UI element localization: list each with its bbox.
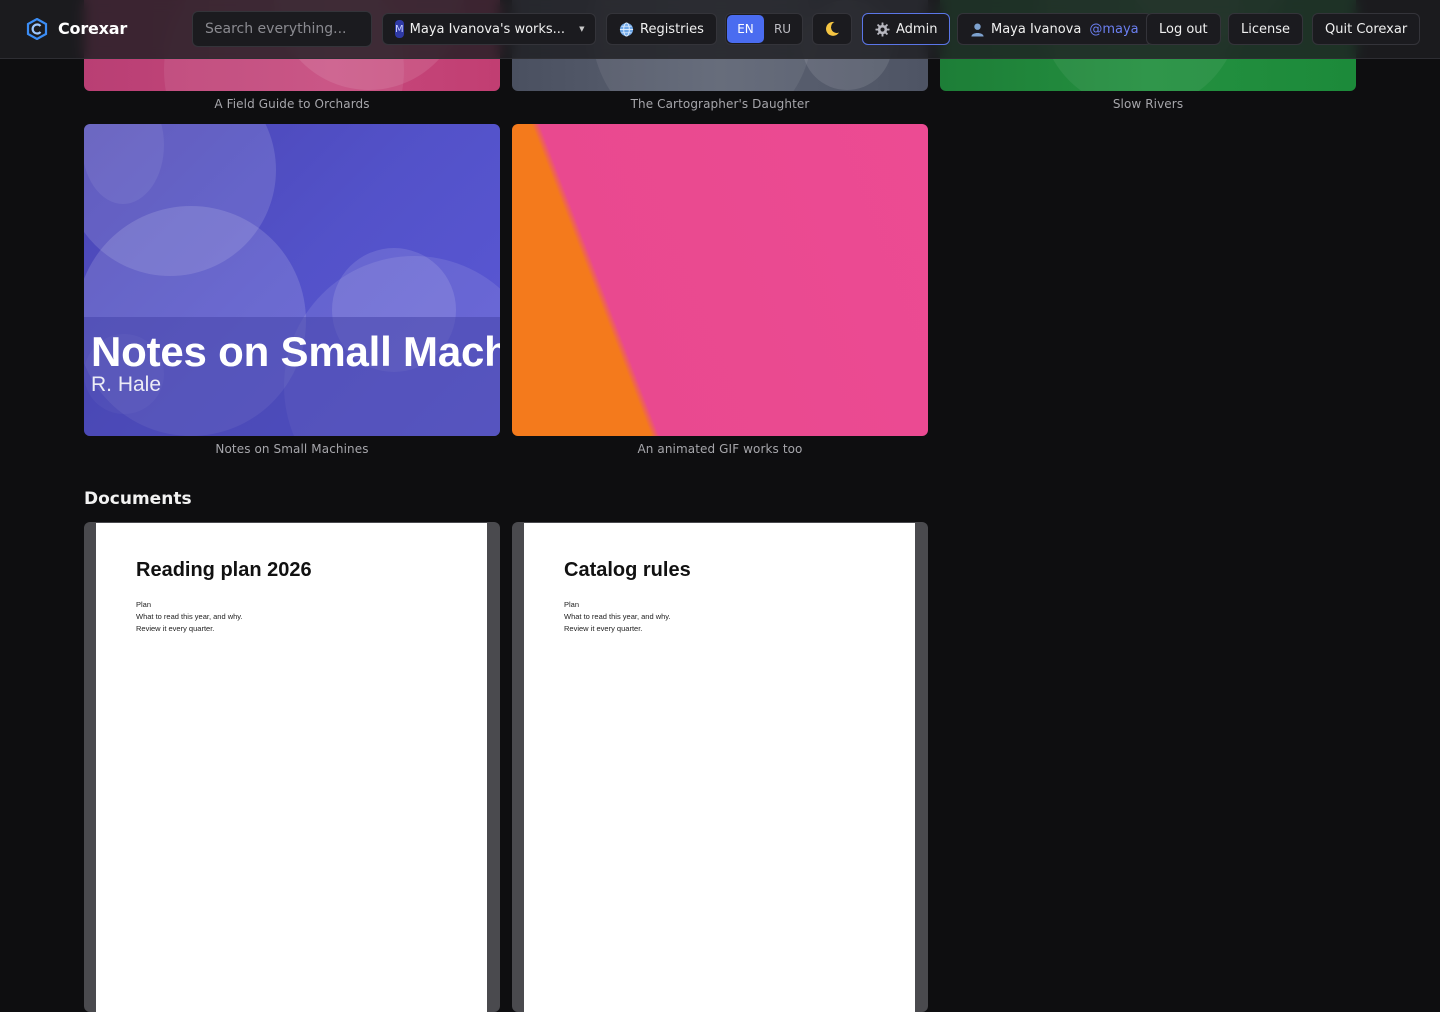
language-switcher: EN RU	[725, 13, 803, 45]
registries-label: Registries	[640, 21, 704, 37]
document-preview: Reading plan 2026 Plan What to read this…	[96, 523, 487, 1012]
workspace-label: Maya Ivanova's works...	[409, 21, 566, 37]
document-preview: Catalog rules Plan What to read this yea…	[524, 523, 915, 1012]
animated-gif-preview[interactable]	[512, 124, 928, 436]
user-icon	[971, 23, 984, 37]
corexar-logo-icon[interactable]	[26, 18, 48, 40]
admin-label: Admin	[896, 21, 938, 37]
brand-name: Corexar	[58, 19, 128, 38]
book-caption: A Field Guide to Orchards	[214, 97, 370, 111]
theme-toggle-button[interactable]	[812, 13, 852, 45]
user-name: Maya Ivanova	[991, 21, 1082, 37]
license-button[interactable]: License	[1228, 13, 1304, 45]
book-caption: The Cartographer's Daughter	[630, 97, 810, 111]
search-input[interactable]	[192, 11, 372, 47]
documents-heading: Documents	[84, 489, 192, 509]
admin-button[interactable]: Admin	[862, 13, 951, 45]
cover-title: Notes on Small Machi	[91, 328, 500, 375]
globe-icon	[619, 21, 634, 37]
document-title: Catalog rules	[564, 559, 691, 581]
document-title: Reading plan 2026	[136, 559, 312, 581]
document-card[interactable]: Reading plan 2026 Plan What to read this…	[84, 522, 500, 1012]
document-body: Plan What to read this year, and why. Re…	[564, 599, 671, 635]
cover-author: R. Hale	[91, 373, 162, 396]
top-bar: Corexar M Maya Ivanova's works... ▼ Regi…	[0, 0, 1440, 59]
book-cover-machines[interactable]: Notes on Small Machi R. Hale	[84, 124, 500, 436]
document-line: What to read this year, and why.	[136, 612, 243, 621]
document-line: Plan	[136, 600, 152, 609]
user-handle: @maya	[1089, 21, 1139, 37]
document-body: Plan What to read this year, and why. Re…	[136, 599, 243, 635]
main-content: A Field Guide to Orchards The Cartograph…	[0, 0, 1440, 1012]
logout-button[interactable]: Log out	[1146, 13, 1221, 45]
chevron-down-icon: ▼	[579, 25, 585, 33]
document-line: Plan	[564, 600, 580, 609]
workspace-avatar: M	[395, 20, 404, 38]
quit-button[interactable]: Quit Corexar	[1312, 13, 1421, 45]
user-profile-button[interactable]: Maya Ivanova @maya	[957, 13, 1152, 45]
document-line: What to read this year, and why.	[564, 612, 671, 621]
language-option-ru[interactable]: RU	[764, 15, 801, 43]
document-line: Review it every quarter.	[564, 624, 643, 633]
document-line: Review it every quarter.	[136, 624, 215, 633]
book-caption: Slow Rivers	[1112, 97, 1184, 111]
moon-icon	[826, 21, 839, 36]
language-option-en[interactable]: EN	[727, 15, 764, 43]
book-caption: Notes on Small Machines	[215, 442, 369, 456]
workspace-selector[interactable]: M Maya Ivanova's works... ▼	[382, 13, 596, 45]
book-caption: An animated GIF works too	[637, 442, 803, 456]
document-card[interactable]: Catalog rules Plan What to read this yea…	[512, 522, 928, 1012]
registries-button[interactable]: Registries	[606, 13, 717, 45]
gear-icon	[875, 21, 890, 37]
